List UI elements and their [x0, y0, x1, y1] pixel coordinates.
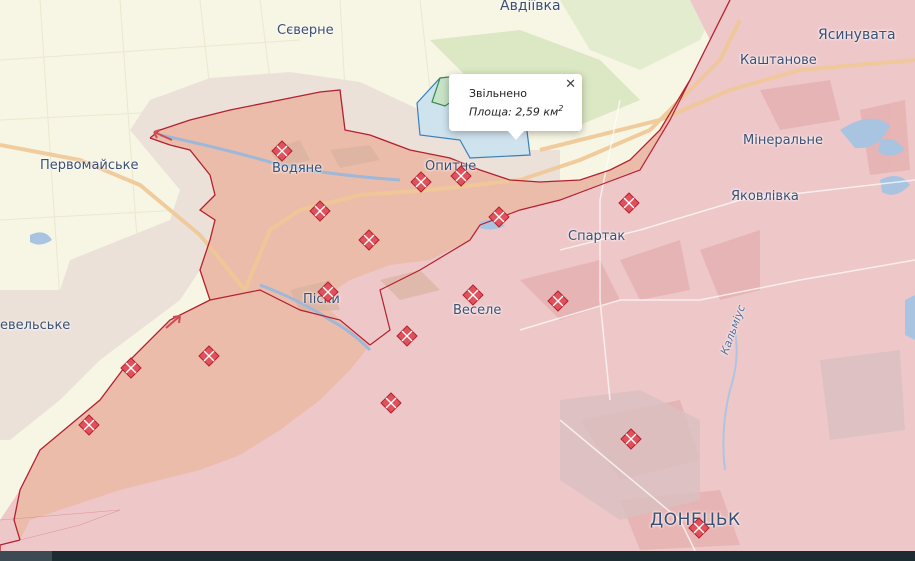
- battle-marker-icon[interactable]: [462, 284, 484, 306]
- popup-area: Площа: 2,59 км2: [469, 104, 563, 119]
- battle-marker-icon[interactable]: [547, 290, 569, 312]
- info-popup: Звільнено Площа: 2,59 км2 ✕: [449, 74, 582, 140]
- battle-marker-icon[interactable]: [120, 357, 142, 379]
- battle-marker-icon[interactable]: [488, 206, 510, 228]
- popup-area-unit-power: 2: [558, 104, 564, 113]
- battle-marker-icon[interactable]: [380, 392, 402, 414]
- bottom-bar: [0, 551, 915, 561]
- popup-area-label: Площа: 2,59 км: [469, 105, 559, 119]
- battle-marker-icon[interactable]: [317, 281, 339, 303]
- battle-marker-icon[interactable]: [688, 517, 710, 539]
- close-icon[interactable]: ✕: [565, 78, 576, 92]
- battle-marker-icon[interactable]: [78, 414, 100, 436]
- attack-arrow-icon: [165, 315, 181, 329]
- attack-arrow-icon: [153, 129, 173, 141]
- battle-marker-icon[interactable]: [198, 345, 220, 367]
- battle-marker-icon[interactable]: [620, 428, 642, 450]
- battle-marker-icon[interactable]: [358, 229, 380, 251]
- battle-marker-icon[interactable]: [450, 165, 472, 187]
- popup-title: Звільнено: [469, 87, 527, 100]
- bottom-bar-left-block: [0, 551, 52, 561]
- battle-marker-icon[interactable]: [309, 200, 331, 222]
- battle-marker-icon[interactable]: [396, 325, 418, 347]
- map[interactable]: Авдіївка Сєверне Ясинувата Каштанове Мін…: [0, 0, 915, 561]
- battle-marker-icon[interactable]: [618, 192, 640, 214]
- battle-marker-icon[interactable]: [410, 171, 432, 193]
- battle-marker-icon[interactable]: [271, 140, 293, 162]
